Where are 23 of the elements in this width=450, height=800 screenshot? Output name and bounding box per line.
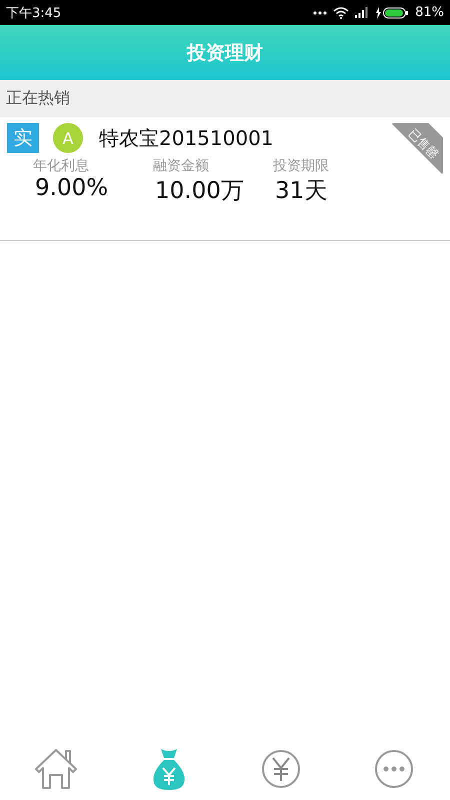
stat-label: 年化利息 [33, 157, 90, 175]
battery-percent: 81% [415, 5, 444, 20]
stat-value: 31天 [275, 177, 328, 206]
money-bag-icon [150, 747, 187, 791]
stat-label: 投资期限 [273, 157, 330, 175]
house-icon [33, 747, 80, 791]
status-time: 下午3:45 [6, 4, 62, 22]
more-dots-icon [313, 10, 328, 14]
grade-badge: A [53, 123, 83, 153]
signal-icon [355, 7, 370, 18]
more-icon [374, 749, 414, 789]
wifi-icon [333, 6, 350, 18]
yen-coin-icon [261, 749, 302, 789]
page-title: 投资理财 [187, 40, 263, 66]
product-card[interactable]: 实 A 特农宝201510001 年化利息 9.00% 融资金额 10.00万 投资期限 31天 已售罄 [0, 117, 450, 241]
battery-icon [375, 6, 410, 18]
stat-label: 融资金额 [153, 157, 210, 175]
stat-value: 10.00万 [155, 177, 245, 206]
sold-out-ribbon: 已售罄 [391, 123, 443, 175]
product-name: 特农宝201510001 [99, 124, 274, 152]
stat-value: 9.00% [35, 175, 110, 201]
section-title: 正在热销 [6, 88, 70, 109]
type-badge: 实 [7, 123, 39, 153]
